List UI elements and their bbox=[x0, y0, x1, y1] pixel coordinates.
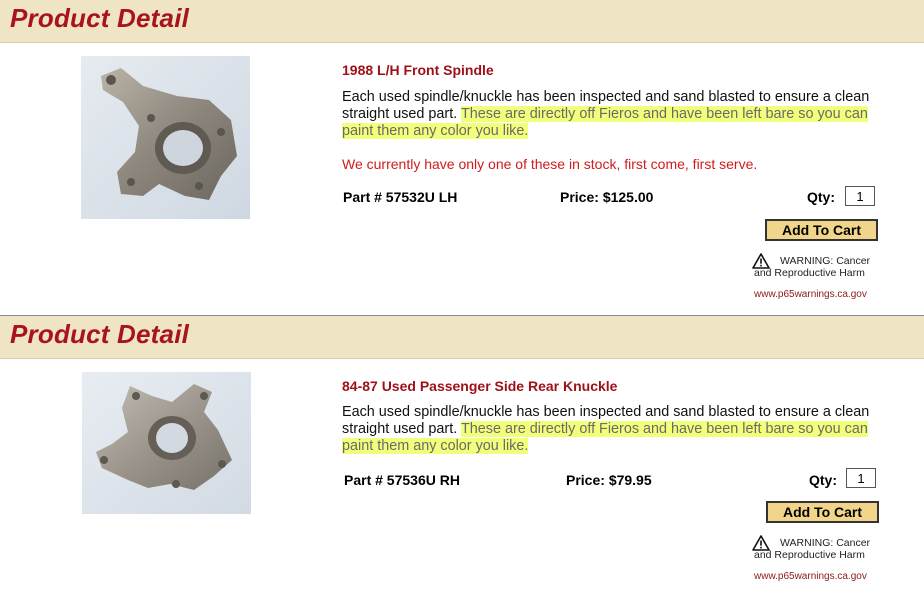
product-image-1 bbox=[81, 56, 250, 219]
front-spindle-photo bbox=[81, 56, 250, 219]
price-2: Price: $79.95 bbox=[566, 472, 652, 488]
product-image-2 bbox=[82, 372, 251, 514]
prop65-warning-2: WARNING: Cancer and Reproductive Harm bbox=[752, 535, 882, 563]
qty-label-2: Qty: bbox=[809, 472, 837, 488]
add-to-cart-button-2[interactable]: Add To Cart bbox=[766, 501, 879, 523]
add-to-cart-button-1[interactable]: Add To Cart bbox=[765, 219, 878, 241]
part-number-2: Part # 57536U RH bbox=[344, 472, 460, 488]
prop65-warning-1: WARNING: Cancer and Reproductive Harm bbox=[752, 253, 882, 281]
quantity-input-2[interactable] bbox=[846, 468, 876, 488]
qty-label-1: Qty: bbox=[807, 189, 835, 205]
part-number-1: Part # 57532U LH bbox=[343, 189, 458, 205]
product-description-2: Each used spindle/knuckle has been inspe… bbox=[342, 404, 887, 455]
product-header-1: Product Detail bbox=[0, 0, 924, 43]
product-description-1: Each used spindle/knuckle has been inspe… bbox=[342, 89, 887, 140]
quantity-input-1[interactable] bbox=[845, 186, 875, 206]
price-1: Price: $125.00 bbox=[560, 189, 653, 205]
warning-text-line1: WARNING: Cancer bbox=[780, 255, 871, 267]
page-title: Product Detail bbox=[10, 3, 190, 33]
warning-text-line1: WARNING: Cancer bbox=[780, 537, 871, 549]
price-value: $125.00 bbox=[602, 189, 654, 205]
page-title: Product Detail bbox=[10, 319, 190, 349]
product-title-1: 1988 L/H Front Spindle bbox=[342, 62, 494, 78]
warning-text-line2: and Reproductive Harm bbox=[754, 549, 865, 561]
stock-notice: We currently have only one of these in s… bbox=[342, 156, 758, 172]
price-label: Price: bbox=[560, 189, 599, 205]
product-header-2: Product Detail bbox=[0, 316, 924, 359]
price-label: Price: bbox=[566, 472, 605, 488]
product-title-2: 84-87 Used Passenger Side Rear Knuckle bbox=[342, 378, 618, 394]
p65-warnings-link-2[interactable]: www.p65warnings.ca.gov bbox=[754, 571, 867, 582]
price-value: $79.95 bbox=[608, 472, 652, 488]
rear-knuckle-photo bbox=[82, 372, 251, 514]
p65-warnings-link-1[interactable]: www.p65warnings.ca.gov bbox=[754, 289, 867, 300]
warning-text-line2: and Reproductive Harm bbox=[754, 267, 865, 279]
